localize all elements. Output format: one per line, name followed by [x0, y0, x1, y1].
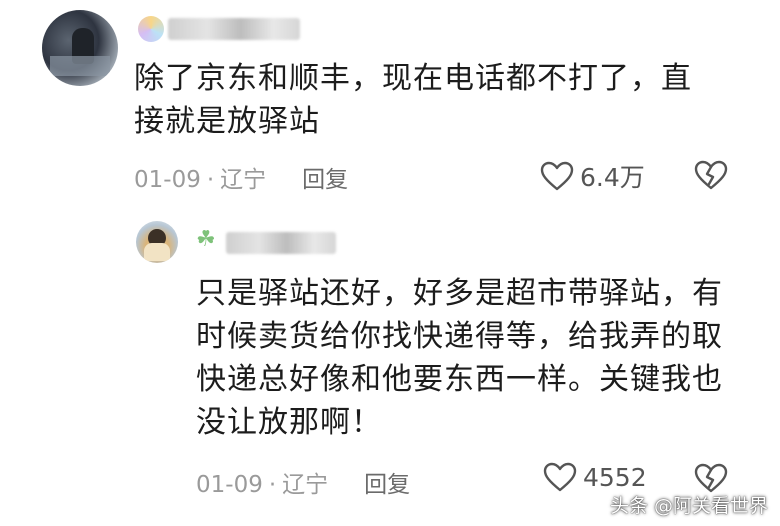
- broken-heart-icon: [694, 463, 728, 493]
- meta-separator: ·: [268, 472, 277, 498]
- like-button[interactable]: 6.4万: [540, 158, 645, 194]
- replier-avatar[interactable]: [136, 221, 178, 263]
- clover-icon: ☘: [196, 227, 216, 252]
- reply-text: 只是驿站还好，好多是超市带驿站，有 时候卖货给你找快递得等，给我弄的取 快递总好…: [196, 272, 756, 444]
- comment-location: 辽宁: [282, 472, 329, 498]
- comment-location: 辽宁: [220, 167, 267, 193]
- comment-date: 01-09: [134, 167, 201, 193]
- source-watermark: 头条 @阿关看世界: [609, 495, 768, 517]
- heart-outline-icon: [540, 161, 574, 191]
- heart-outline-icon: [543, 462, 577, 492]
- meta-separator: ·: [206, 167, 215, 193]
- like-count: 6.4万: [580, 163, 645, 192]
- comment-text: 除了京东和顺丰，现在电话都不打了，直 接就是放驿站: [134, 57, 734, 143]
- avatar-background: [50, 56, 110, 76]
- reply-button[interactable]: 回复: [302, 167, 348, 193]
- reply-meta: 01-09 · 辽宁 回复: [196, 465, 410, 499]
- comment-line: 没让放那啊！: [196, 405, 382, 440]
- reply-button[interactable]: 回复: [364, 472, 410, 498]
- comment-line: 除了京东和顺丰，现在电话都不打了，直: [134, 61, 692, 96]
- commenter-avatar[interactable]: [42, 10, 118, 86]
- like-button[interactable]: 4552: [543, 462, 647, 492]
- dislike-button[interactable]: [694, 160, 728, 194]
- comment-line: 只是驿站还好，好多是超市带驿站，有: [196, 276, 723, 311]
- comment-meta: 01-09 · 辽宁 回复: [134, 160, 348, 194]
- username-redacted[interactable]: [226, 232, 336, 254]
- user-badge-icon: [138, 16, 164, 42]
- avatar-figure: [144, 243, 170, 261]
- username-redacted[interactable]: [168, 18, 300, 40]
- comment-line: 接就是放驿站: [134, 104, 320, 139]
- comment-line: 时候卖货给你找快递得等，给我弄的取: [196, 319, 723, 354]
- broken-heart-icon: [694, 160, 728, 190]
- comment-date: 01-09: [196, 472, 263, 498]
- like-count: 4552: [583, 462, 647, 492]
- comment-line: 快递总好像和他要东西一样。关键我也: [196, 362, 723, 397]
